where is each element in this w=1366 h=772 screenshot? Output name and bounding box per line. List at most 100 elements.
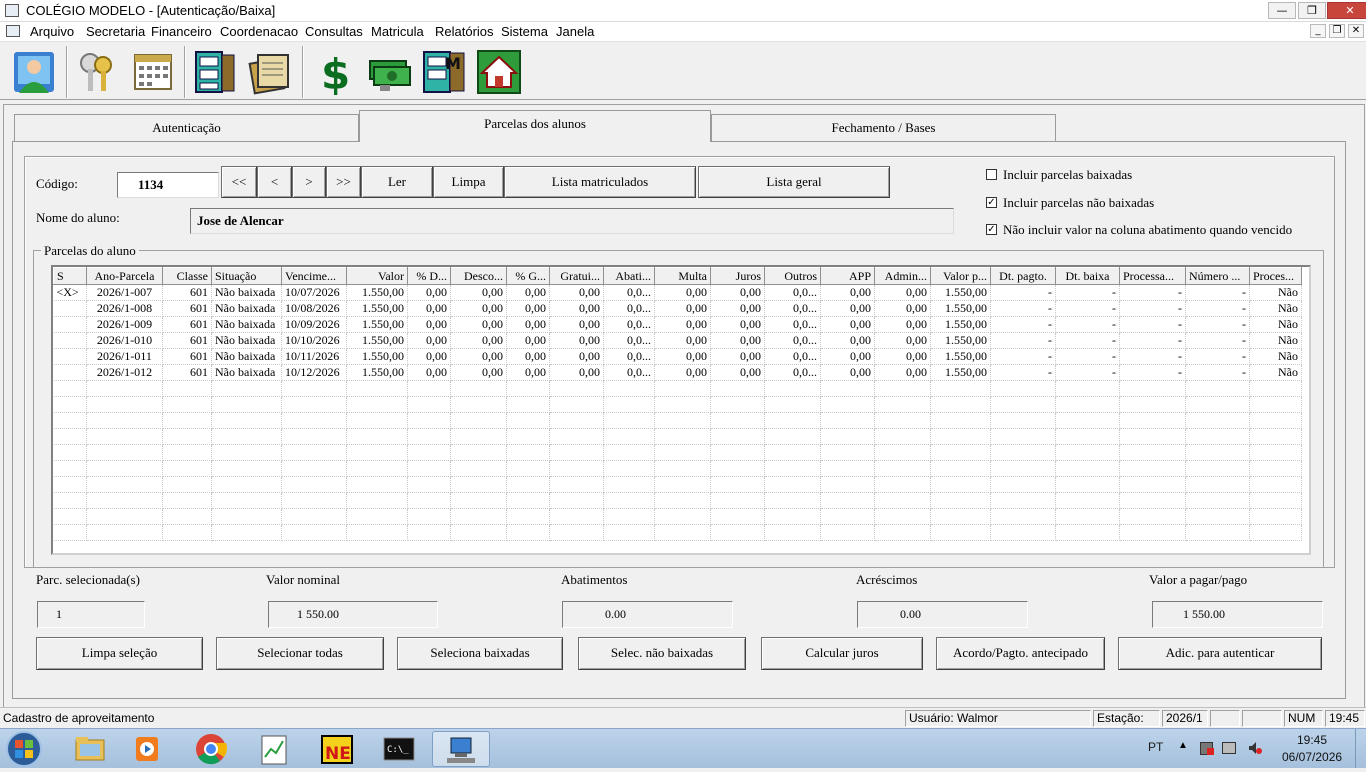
ler-button[interactable]: Ler bbox=[361, 166, 433, 198]
taskbar-date[interactable]: 06/07/2026 bbox=[1282, 750, 1342, 764]
grid-column-header[interactable]: % G... bbox=[506, 267, 550, 285]
show-hidden-icons-icon[interactable]: ▲ bbox=[1178, 740, 1188, 751]
table-row[interactable]: 2026/1-011 601 Não baixada 10/11/2026 1.550,… bbox=[53, 348, 1302, 365]
table-row[interactable]: 2026/1-012 601 Não baixada 10/12/2026 1.550,… bbox=[53, 364, 1302, 381]
menu-consultas[interactable]: Consultas bbox=[305, 24, 363, 39]
table-cell bbox=[930, 380, 991, 397]
selecionar-todas-button[interactable]: Selecionar todas bbox=[216, 637, 384, 670]
chrome-icon[interactable] bbox=[184, 731, 238, 767]
nero-icon[interactable]: NE bbox=[310, 731, 364, 767]
limpa-selecao-button[interactable]: Limpa seleção bbox=[36, 637, 203, 670]
tab-fechamento-bases[interactable]: Fechamento / Bases bbox=[711, 114, 1056, 141]
last-record-button[interactable]: >> bbox=[326, 166, 361, 198]
incluir-baixadas-label[interactable]: Incluir parcelas baixadas bbox=[1003, 167, 1132, 183]
table-row[interactable]: 2026/1-009 601 Não baixada 10/09/2026 1.550,… bbox=[53, 316, 1302, 333]
menu-financeiro[interactable]: Financeiro bbox=[151, 24, 212, 39]
explorer-icon[interactable] bbox=[62, 731, 116, 767]
grid-column-header[interactable]: Juros bbox=[710, 267, 765, 285]
menu-secretaria[interactable]: Secretaria bbox=[86, 24, 145, 39]
parcelas-grid[interactable]: S Ano-Parcela Classe Situação Vencime... Valo… bbox=[51, 265, 1311, 555]
volume-muted-icon[interactable] bbox=[1248, 741, 1262, 755]
prev-record-button[interactable]: < bbox=[257, 166, 292, 198]
photo-user-icon[interactable] bbox=[11, 49, 57, 95]
grid-column-header[interactable]: Abati... bbox=[603, 267, 655, 285]
grid-column-header[interactable]: Vencime... bbox=[281, 267, 347, 285]
grid-column-header[interactable]: Desco... bbox=[450, 267, 507, 285]
grid-column-header[interactable]: Outros bbox=[764, 267, 821, 285]
grid-column-header[interactable]: S bbox=[53, 267, 87, 285]
tab-autenticacao[interactable]: Autenticação bbox=[14, 114, 359, 141]
media-player-icon[interactable] bbox=[120, 731, 174, 767]
incluir-nao-baixadas-checkbox[interactable]: ✓ bbox=[986, 197, 997, 208]
table-cell bbox=[549, 444, 604, 461]
child-restore-button[interactable]: ❐ bbox=[1329, 24, 1345, 38]
network-icon[interactable] bbox=[1222, 742, 1236, 754]
grid-column-header[interactable]: Número ... bbox=[1185, 267, 1250, 285]
table-cell: 0,00 bbox=[506, 316, 550, 333]
network-app-icon[interactable] bbox=[432, 731, 490, 767]
grid-column-header[interactable]: Multa bbox=[654, 267, 711, 285]
grid-column-header[interactable]: Proces... bbox=[1249, 267, 1302, 285]
taskbar-time[interactable]: 19:45 bbox=[1297, 733, 1327, 747]
file-cabinet-icon[interactable] bbox=[192, 49, 238, 95]
home-icon[interactable] bbox=[476, 49, 522, 95]
table-cell bbox=[1185, 460, 1250, 477]
nao-incluir-abatimento-label[interactable]: Não incluir valor na coluna abatimento q… bbox=[1003, 222, 1292, 238]
menu-sistema[interactable]: Sistema bbox=[501, 24, 548, 39]
grid-column-header[interactable]: % D... bbox=[407, 267, 451, 285]
grid-column-header[interactable]: Classe bbox=[162, 267, 212, 285]
table-cell bbox=[990, 428, 1056, 445]
grid-column-header[interactable]: Situação bbox=[211, 267, 282, 285]
keys-icon[interactable] bbox=[74, 49, 120, 95]
menu-matricula[interactable]: Matricula bbox=[371, 24, 424, 39]
file-cabinet-m-icon[interactable]: M bbox=[421, 49, 467, 95]
minimize-button[interactable]: — bbox=[1268, 2, 1296, 19]
limpa-button[interactable]: Limpa bbox=[433, 166, 504, 198]
documents-icon[interactable] bbox=[248, 49, 294, 95]
lista-matriculados-button[interactable]: Lista matriculados bbox=[504, 166, 696, 198]
calcular-juros-button[interactable]: Calcular juros bbox=[761, 637, 923, 670]
dollar-icon[interactable]: $ bbox=[311, 49, 357, 99]
close-button[interactable]: ✕ bbox=[1327, 2, 1366, 19]
restore-button[interactable]: ❐ bbox=[1298, 2, 1326, 19]
table-row[interactable]: 2026/1-008 601 Não baixada 10/08/2026 1.550,… bbox=[53, 300, 1302, 317]
child-minimize-button[interactable]: _ bbox=[1310, 24, 1326, 38]
menu-janela[interactable]: Janela bbox=[556, 24, 594, 39]
grid-column-header[interactable]: Valor bbox=[346, 267, 408, 285]
language-indicator[interactable]: PT bbox=[1148, 740, 1163, 754]
first-record-button[interactable]: << bbox=[221, 166, 257, 198]
grid-column-header[interactable]: Dt. pagto. bbox=[990, 267, 1056, 285]
adic-para-autenticar-button[interactable]: Adic. para autenticar bbox=[1118, 637, 1322, 670]
seleciona-baixadas-button[interactable]: Seleciona baixadas bbox=[397, 637, 563, 670]
acordo-pagto-antecipado-button[interactable]: Acordo/Pagto. antecipado bbox=[936, 637, 1105, 670]
menu-coordenacao[interactable]: Coordenacao bbox=[220, 24, 298, 39]
show-desktop-button[interactable] bbox=[1355, 729, 1366, 768]
table-row[interactable]: <X> 2026/1-007 601 Não baixada 10/07/2026 1.5… bbox=[53, 284, 1302, 301]
codigo-input[interactable]: 1134 bbox=[117, 172, 219, 198]
money-notes-icon[interactable] bbox=[366, 49, 412, 95]
grid-column-header[interactable]: Gratui... bbox=[549, 267, 604, 285]
incluir-baixadas-checkbox[interactable] bbox=[986, 169, 997, 180]
next-record-button[interactable]: > bbox=[292, 166, 326, 198]
grid-column-header[interactable]: Dt. baixa bbox=[1055, 267, 1120, 285]
grid-column-header[interactable]: APP bbox=[820, 267, 875, 285]
start-button[interactable] bbox=[4, 730, 44, 768]
grid-column-header[interactable]: Ano-Parcela bbox=[86, 267, 163, 285]
calendar-icon[interactable] bbox=[130, 49, 176, 95]
grid-column-header[interactable]: Valor p... bbox=[930, 267, 991, 285]
selec-nao-baixadas-button[interactable]: Selec. não baixadas bbox=[578, 637, 746, 670]
cmd-icon[interactable]: C:\_ bbox=[372, 731, 426, 767]
tab-parcelas-dos-alunos[interactable]: Parcelas dos alunos bbox=[359, 110, 711, 142]
notepad-chart-icon[interactable] bbox=[248, 731, 302, 767]
grid-column-header[interactable]: Admin... bbox=[874, 267, 931, 285]
incluir-nao-baixadas-label[interactable]: Incluir parcelas não baixadas bbox=[1003, 195, 1154, 211]
lista-geral-button[interactable]: Lista geral bbox=[698, 166, 890, 198]
flag-icon[interactable] bbox=[1200, 742, 1214, 755]
child-close-button[interactable]: ✕ bbox=[1348, 24, 1364, 38]
menu-arquivo[interactable]: Arquivo bbox=[30, 24, 74, 39]
menu-relatorios[interactable]: Relatórios bbox=[435, 24, 494, 39]
table-row[interactable]: 2026/1-010 601 Não baixada 10/10/2026 1.550,… bbox=[53, 332, 1302, 349]
grid-column-header[interactable]: Processa... bbox=[1119, 267, 1186, 285]
child-window-icon[interactable] bbox=[6, 25, 20, 37]
nao-incluir-abatimento-checkbox[interactable]: ✓ bbox=[986, 224, 997, 235]
